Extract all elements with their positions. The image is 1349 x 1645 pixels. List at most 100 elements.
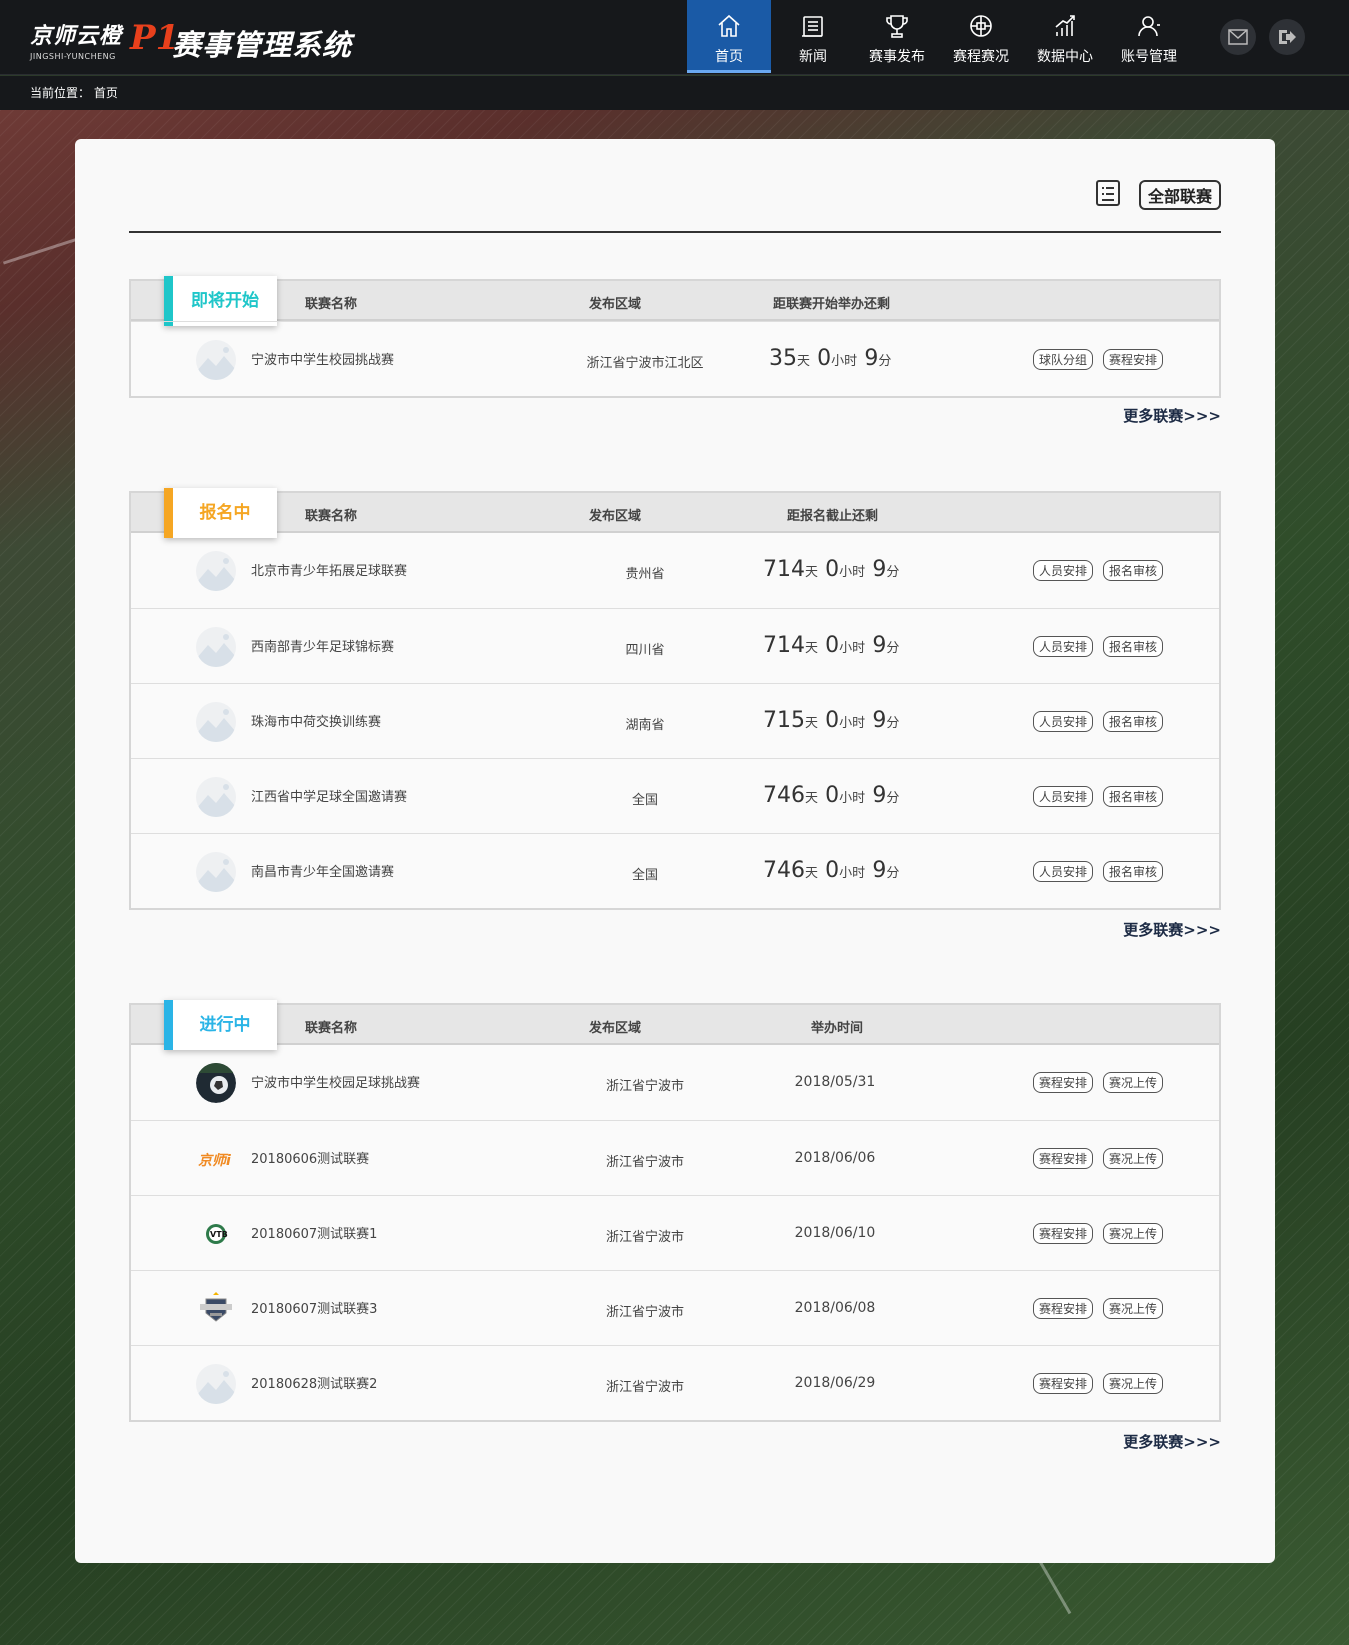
result-upload-button[interactable]: 赛况上传	[1102, 1148, 1163, 1169]
minutes: 9	[864, 346, 879, 371]
schedule-button[interactable]: 赛程安排	[1032, 1223, 1093, 1244]
result-upload-button[interactable]: 赛况上传	[1102, 1223, 1163, 1244]
row-actions: 人员安排 报名审核	[1032, 786, 1163, 807]
league-name[interactable]: 20180607测试联赛1	[251, 1223, 377, 1242]
table-header: 报名中 联赛名称 发布区域 距报名截止还剩	[131, 488, 1219, 538]
upcoming-table: 即将开始 联赛名称 发布区域 距联赛开始举办还剩 宁波市中学生校园挑战赛 浙江省…	[129, 276, 1221, 398]
nav-schedule[interactable]: 赛程赛况	[939, 0, 1023, 73]
table-row[interactable]: 宁波市中学生校园足球挑战赛 浙江省宁波市 2018/05/31 赛程安排 赛况上传	[131, 1045, 1219, 1120]
league-name[interactable]: 20180628测试联赛2	[251, 1373, 377, 1392]
staff-arrange-button[interactable]: 人员安排	[1032, 711, 1093, 732]
league-region: 四川省	[625, 643, 665, 658]
minutes-unit: 分	[886, 641, 900, 656]
logout-button[interactable]	[1269, 19, 1305, 55]
hours-unit: 小时	[831, 354, 858, 369]
result-upload-button[interactable]: 赛况上传	[1102, 1373, 1163, 1394]
row-actions: 赛程安排 赛况上传	[1032, 1148, 1163, 1169]
staff-arrange-button[interactable]: 人员安排	[1032, 636, 1093, 657]
more-leagues-link[interactable]: 更多联赛>>>	[1123, 919, 1221, 940]
table-row[interactable]: 20180607测试联赛3 浙江省宁波市 2018/06/08 赛程安排 赛况上传	[131, 1270, 1219, 1345]
ball-icon	[970, 15, 992, 37]
row-actions: 人员安排 报名审核	[1032, 711, 1163, 732]
table-row[interactable]: 西南部青少年足球锦标赛 四川省 714天 0小时 9分 人员安排 报名审核	[131, 608, 1219, 683]
signup-review-button[interactable]: 报名审核	[1102, 636, 1163, 657]
league-name[interactable]: 宁波市中学生校园挑战赛	[251, 349, 394, 368]
message-button[interactable]	[1220, 19, 1256, 55]
more-leagues-link[interactable]: 更多联赛>>>	[1123, 1431, 1221, 1452]
all-leagues-button[interactable]: 全部联赛	[1138, 180, 1221, 210]
table-header: 即将开始 联赛名称 发布区域 距联赛开始举办还剩	[131, 276, 1219, 326]
league-date: 2018/06/08	[794, 1300, 876, 1316]
ongoing-rows: 宁波市中学生校园足球挑战赛 浙江省宁波市 2018/05/31 赛程安排 赛况上传 京师i…	[131, 1045, 1219, 1420]
logo-brand-text: 京师云橙	[30, 24, 123, 49]
schedule-button[interactable]: 赛程安排	[1032, 1072, 1093, 1093]
nav-data-center[interactable]: 数据中心	[1023, 0, 1107, 73]
staff-arrange-button[interactable]: 人员安排	[1032, 786, 1093, 807]
system-title: 赛事管理系统	[172, 28, 353, 62]
nav-home[interactable]: 首页	[687, 0, 771, 73]
league-name[interactable]: 南昌市青少年全国邀请赛	[251, 861, 394, 880]
nav-news[interactable]: 新闻	[771, 0, 855, 73]
col-name: 联赛名称	[305, 1021, 358, 1036]
chart-icon	[1055, 15, 1075, 36]
schedule-button[interactable]: 赛程安排	[1102, 349, 1163, 370]
table-header: 进行中 联赛名称 发布区域 举办时间	[131, 1000, 1219, 1050]
result-upload-button[interactable]: 赛况上传	[1102, 1072, 1163, 1093]
nav-label: 账号管理	[1121, 49, 1177, 65]
days-unit: 天	[797, 354, 811, 369]
table-row[interactable]: VTB 20180607测试联赛1 浙江省宁波市 2018/06/10 赛程安排 赛况上传	[131, 1195, 1219, 1270]
table-row[interactable]: 珠海市中荷交换训练赛 湖南省 715天 0小时 9分 人员安排 报名审核	[131, 683, 1219, 758]
staff-arrange-button[interactable]: 人员安排	[1032, 560, 1093, 581]
more-leagues-link[interactable]: 更多联赛>>>	[1123, 405, 1221, 426]
col-region: 发布区域	[589, 1021, 642, 1036]
panel-header: 全部联赛	[129, 179, 1221, 233]
table-row[interactable]: 江西省中学足球全国邀请赛 全国 746天 0小时 9分 人员安排 报名审核	[131, 758, 1219, 833]
signup-review-button[interactable]: 报名审核	[1102, 711, 1163, 732]
list-icon[interactable]	[1095, 179, 1121, 207]
breadcrumb-current[interactable]: 首页	[94, 86, 118, 100]
signup-review-button[interactable]: 报名审核	[1102, 786, 1163, 807]
league-name[interactable]: 珠海市中荷交换训练赛	[251, 711, 381, 730]
league-name[interactable]: 西南部青少年足球锦标赛	[251, 636, 394, 655]
hours-unit: 小时	[839, 565, 866, 580]
nav-label: 新闻	[799, 49, 827, 65]
schedule-button[interactable]: 赛程安排	[1032, 1298, 1093, 1319]
section-signup: 报名中 联赛名称 发布区域 距报名截止还剩 北京市青少年拓展足球联赛 贵州省 714…	[129, 488, 1221, 939]
table-row[interactable]: 京师i 20180606测试联赛 浙江省宁波市 2018/06/06 赛程安排 赛况上传	[131, 1120, 1219, 1195]
league-name[interactable]: 宁波市中学生校园足球挑战赛	[251, 1072, 420, 1091]
schedule-button[interactable]: 赛程安排	[1032, 1373, 1093, 1394]
nav-account[interactable]: 账号管理	[1107, 0, 1191, 73]
league-date: 2018/05/31	[794, 1074, 876, 1090]
team-group-button[interactable]: 球队分组	[1032, 349, 1093, 370]
staff-arrange-button[interactable]: 人员安排	[1032, 861, 1093, 882]
league-name[interactable]: 20180606测试联赛	[251, 1148, 369, 1167]
logout-icon	[1279, 30, 1296, 44]
logo-text: 京师i	[198, 1152, 231, 1169]
minutes: 9	[872, 708, 887, 733]
signup-review-button[interactable]: 报名审核	[1102, 560, 1163, 581]
days: 714	[763, 557, 805, 582]
table-row[interactable]: 北京市青少年拓展足球联赛 贵州省 714天 0小时 9分 人员安排 报名审核	[131, 533, 1219, 608]
league-name[interactable]: 北京市青少年拓展足球联赛	[251, 560, 407, 579]
row-actions: 赛程安排 赛况上传	[1032, 1072, 1163, 1093]
nav-event-publish[interactable]: 赛事发布	[855, 0, 939, 73]
nav-label: 赛程赛况	[953, 49, 1009, 65]
table-row[interactable]: 南昌市青少年全国邀请赛 全国 746天 0小时 9分 人员安排 报名审核	[131, 833, 1219, 908]
league-region: 浙江省宁波市	[605, 1079, 684, 1094]
placeholder-logo	[196, 340, 236, 380]
table-row[interactable]: 宁波市中学生校园挑战赛 浙江省宁波市江北区 35天 0小时 9分 球队分组 赛程…	[131, 321, 1219, 396]
days-unit: 天	[805, 791, 819, 806]
league-date: 2018/06/29	[794, 1375, 876, 1391]
league-name[interactable]: 江西省中学足球全国邀请赛	[251, 786, 407, 805]
schedule-button[interactable]: 赛程安排	[1032, 1148, 1093, 1169]
minutes: 9	[872, 783, 887, 808]
hours: 0	[825, 633, 840, 658]
league-name[interactable]: 20180607测试联赛3	[251, 1298, 377, 1317]
result-upload-button[interactable]: 赛况上传	[1102, 1298, 1163, 1319]
table-row[interactable]: 20180628测试联赛2 浙江省宁波市 2018/06/29 赛程安排 赛况上传	[131, 1345, 1219, 1420]
signup-rows: 北京市青少年拓展足球联赛 贵州省 714天 0小时 9分 人员安排 报名审核西南部青少年…	[131, 533, 1219, 908]
top-navigation-bar: 京师云橙 JINGSHI-YUNCHENG P1 赛事管理系统 首页 新闻 赛事…	[0, 0, 1349, 75]
brand-logo[interactable]: 京师云橙 JINGSHI-YUNCHENG	[30, 18, 122, 61]
row-actions: 人员安排 报名审核	[1032, 861, 1163, 882]
signup-review-button[interactable]: 报名审核	[1102, 861, 1163, 882]
